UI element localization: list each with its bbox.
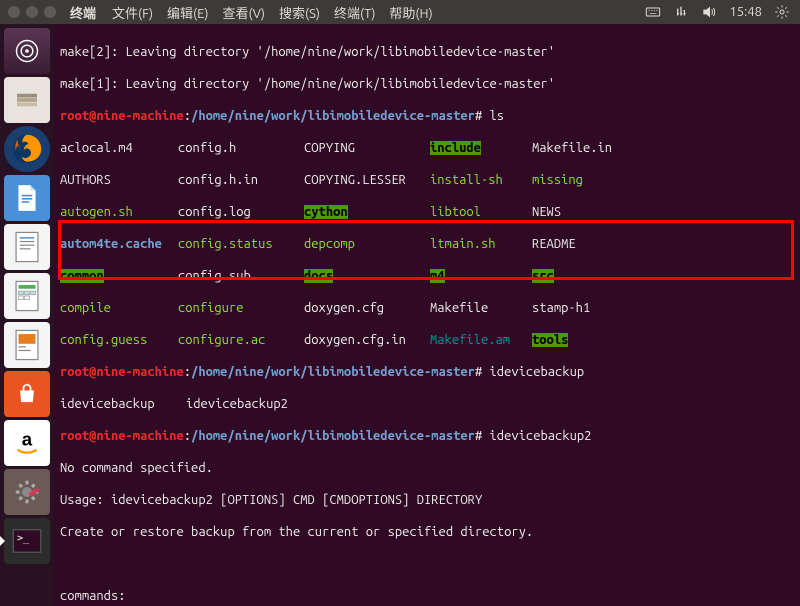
ls-item: install-sh <box>430 172 532 188</box>
ls-item: autom4te.cache <box>60 236 178 252</box>
ls-item: docs <box>304 269 333 283</box>
terminal-icon[interactable]: >_ <box>4 518 50 564</box>
menu-terminal[interactable]: 终端(T) <box>328 3 381 22</box>
svg-text:>_: >_ <box>17 533 30 544</box>
menu-view[interactable]: 查看(V) <box>217 3 271 22</box>
firefox-icon[interactable] <box>4 126 50 172</box>
ls-item: COPYING.LESSER <box>304 172 430 188</box>
help-line: No command specified. <box>60 460 794 476</box>
ls-item: README <box>532 236 576 252</box>
minimize-icon[interactable] <box>26 6 38 18</box>
ls-item: depcomp <box>304 236 430 252</box>
window-controls <box>0 6 64 18</box>
ls-item: cython <box>304 205 348 219</box>
svg-text:a: a <box>22 429 33 450</box>
ls-item: configure.ac <box>178 332 304 348</box>
ls-item: common <box>60 269 104 283</box>
close-icon[interactable] <box>8 6 20 18</box>
ls-item: doxygen.cfg.in <box>304 332 430 348</box>
help-line: Create or restore backup from the curren… <box>60 524 794 540</box>
ls-item: configure <box>178 300 304 316</box>
writer-icon[interactable] <box>4 224 50 270</box>
top-panel: 终端 文件(F) 编辑(E) 查看(V) 搜索(S) 终端(T) 帮助(H) 1… <box>0 0 800 24</box>
ls-item: doxygen.cfg <box>304 300 430 316</box>
output-line: make[2]: Leaving directory '/home/nine/w… <box>60 44 794 60</box>
ls-item: Makefile.in <box>532 140 612 156</box>
cmd-ls: ls <box>490 109 505 123</box>
menu-file[interactable]: 文件(F) <box>106 3 159 22</box>
cmd-idevicebackup: idevicebackup <box>490 365 585 379</box>
ls-item: tools <box>532 333 568 347</box>
cmd-idevicebackup2: idevicebackup2 <box>490 429 592 443</box>
ls-item: Makefile <box>430 300 532 316</box>
volume-icon[interactable] <box>701 4 717 20</box>
tab-completion: idevicebackup2 <box>186 396 288 412</box>
maximize-icon[interactable] <box>44 6 56 18</box>
settings-icon[interactable] <box>4 469 50 515</box>
ls-item: stamp-h1 <box>532 300 590 316</box>
menu-search[interactable]: 搜索(S) <box>273 3 326 22</box>
ls-item: autogen.sh <box>60 204 178 220</box>
terminal-output[interactable]: make[2]: Leaving directory '/home/nine/w… <box>54 24 800 606</box>
help-line: commands: <box>60 588 794 604</box>
ls-item: compile <box>60 300 178 316</box>
document-icon[interactable] <box>4 175 50 221</box>
menu-help[interactable]: 帮助(H) <box>383 3 438 22</box>
calc-icon[interactable] <box>4 273 50 319</box>
software-center-icon[interactable] <box>4 371 50 417</box>
ls-item: config.h <box>178 140 304 156</box>
prompt-user: root@nine-machine <box>60 429 184 443</box>
prompt-user: root@nine-machine <box>60 109 184 123</box>
prompt-path: /home/nine/work/libimobiledevice-master <box>191 429 475 443</box>
ls-item: config.sub <box>178 268 304 284</box>
files-icon[interactable] <box>4 77 50 123</box>
ls-item: missing <box>532 172 583 188</box>
gear-icon[interactable] <box>774 4 790 20</box>
menu-bar: 文件(F) 编辑(E) 查看(V) 搜索(S) 终端(T) 帮助(H) <box>102 3 439 22</box>
help-line: Usage: idevicebackup2 [OPTIONS] CMD [CMD… <box>60 492 794 508</box>
clock[interactable]: 15:48 <box>729 5 762 19</box>
impress-icon[interactable] <box>4 322 50 368</box>
ls-item: COPYING <box>304 140 430 156</box>
app-name: 终端 <box>64 3 102 22</box>
ls-item: include <box>430 141 481 155</box>
ls-item: NEWS <box>532 204 561 220</box>
ls-item: ltmain.sh <box>430 236 532 252</box>
menu-edit[interactable]: 编辑(E) <box>161 3 214 22</box>
ls-item: Makefile.am <box>430 332 532 348</box>
ls-item: aclocal.m4 <box>60 140 178 156</box>
prompt-path: /home/nine/work/libimobiledevice-master <box>191 109 475 123</box>
ls-item: config.log <box>178 204 304 220</box>
ls-item: libtool <box>430 204 532 220</box>
ls-item: AUTHORS <box>60 172 178 188</box>
keyboard-icon[interactable] <box>645 4 661 20</box>
ls-item: config.status <box>178 236 304 252</box>
amazon-icon[interactable]: a <box>4 420 50 466</box>
ls-item: m4 <box>430 269 445 283</box>
output-line: make[1]: Leaving directory '/home/nine/w… <box>60 76 794 92</box>
ls-item: src <box>532 269 554 283</box>
prompt-path: /home/nine/work/libimobiledevice-master <box>191 365 475 379</box>
ls-item: config.h.in <box>178 172 304 188</box>
unity-launcher: a >_ <box>0 24 54 606</box>
tab-completion: idevicebackup <box>60 396 186 412</box>
dash-icon[interactable] <box>4 28 50 74</box>
ls-item: config.guess <box>60 332 178 348</box>
prompt-user: root@nine-machine <box>60 365 184 379</box>
network-icon[interactable] <box>673 4 689 20</box>
